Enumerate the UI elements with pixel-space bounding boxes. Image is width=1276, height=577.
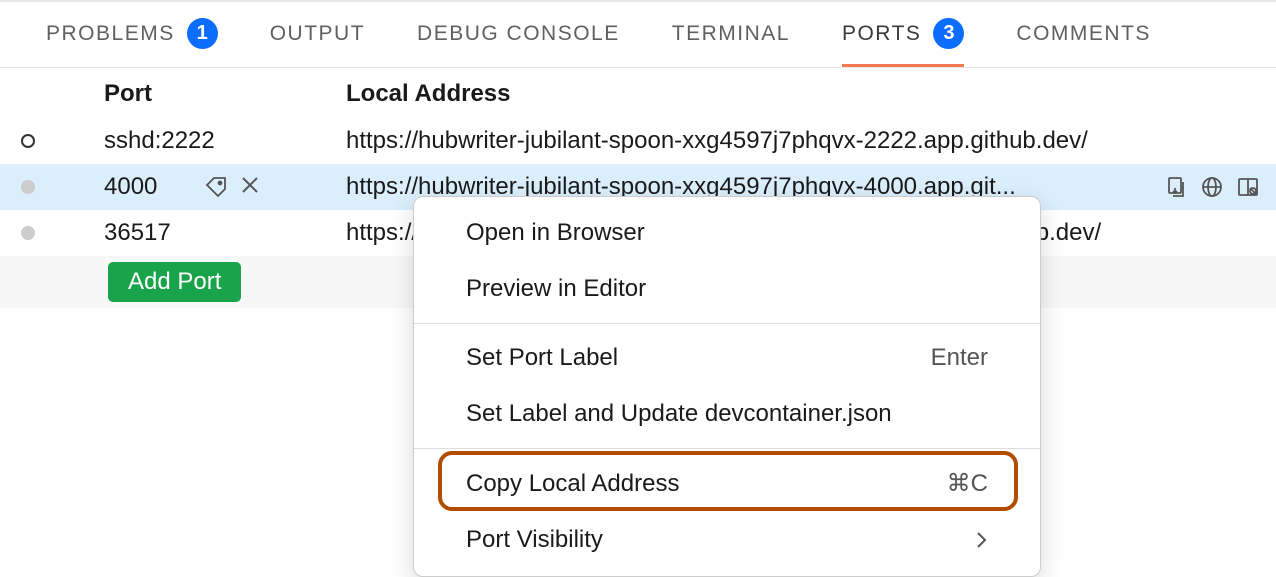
tab-label: PROBLEMS — [46, 22, 175, 46]
tab-label: OUTPUT — [270, 22, 365, 46]
circle-filled-icon — [21, 180, 35, 194]
circle-filled-icon — [21, 226, 35, 240]
globe-icon[interactable] — [1200, 175, 1224, 199]
circle-outline-icon — [21, 134, 35, 148]
tab-badge: 1 — [187, 18, 218, 49]
port-name: 36517 — [104, 219, 171, 247]
tab-label: DEBUG CONSOLE — [417, 22, 620, 46]
status-indicator — [0, 180, 56, 194]
port-name: sshd:2222 — [104, 127, 215, 155]
tab-badge: 3 — [933, 18, 964, 49]
panel-tabs: PROBLEMS 1 OUTPUT DEBUG CONSOLE TERMINAL… — [0, 0, 1276, 68]
menu-label: Open in Browser — [466, 219, 645, 247]
port-name: 4000 — [104, 173, 157, 201]
tab-debug-console[interactable]: DEBUG CONSOLE — [417, 16, 620, 52]
menu-open-in-browser[interactable]: Open in Browser — [414, 205, 1040, 261]
status-indicator — [0, 134, 56, 148]
menu-preview-in-editor[interactable]: Preview in Editor — [414, 261, 1040, 317]
close-icon[interactable] — [240, 175, 260, 199]
menu-label: Port Visibility — [466, 526, 603, 554]
menu-separator — [414, 323, 1040, 324]
menu-label: Set Port Label — [466, 344, 618, 372]
split-editor-icon[interactable] — [1236, 175, 1260, 199]
tab-problems[interactable]: PROBLEMS 1 — [46, 12, 218, 55]
menu-shortcut: ⌘C — [947, 469, 988, 498]
tab-output[interactable]: OUTPUT — [270, 16, 365, 52]
header-address: Local Address — [346, 80, 1276, 108]
copy-icon[interactable] — [1164, 175, 1188, 199]
menu-shortcut: Enter — [931, 344, 988, 372]
menu-copy-local-address[interactable]: Copy Local Address ⌘C — [414, 455, 1040, 512]
menu-set-port-label[interactable]: Set Port Label Enter — [414, 330, 1040, 386]
local-address: https://hubwriter-jubilant-spoon-xxg4597… — [346, 127, 1088, 154]
menu-label: Set Label and Update devcontainer.json — [466, 400, 892, 428]
menu-label: Preview in Editor — [466, 275, 646, 303]
tab-comments[interactable]: COMMENTS — [1016, 16, 1151, 52]
table-headers: Port Local Address — [0, 68, 1276, 118]
menu-set-label-update-devcontainer[interactable]: Set Label and Update devcontainer.json — [414, 386, 1040, 442]
tab-ports[interactable]: PORTS 3 — [842, 12, 964, 55]
menu-port-visibility[interactable]: Port Visibility — [414, 512, 1040, 568]
tab-terminal[interactable]: TERMINAL — [672, 16, 790, 52]
tab-label: COMMENTS — [1016, 22, 1151, 46]
tab-label: TERMINAL — [672, 22, 790, 46]
menu-separator — [414, 448, 1040, 449]
context-menu: Open in Browser Preview in Editor Set Po… — [413, 196, 1041, 577]
menu-label: Copy Local Address — [466, 470, 679, 498]
label-icon[interactable] — [204, 175, 228, 199]
table-row[interactable]: sshd:2222 https://hubwriter-jubilant-spo… — [0, 118, 1276, 164]
tab-label: PORTS — [842, 22, 921, 46]
header-port: Port — [104, 80, 346, 108]
chevron-right-icon — [974, 530, 988, 550]
add-port-button[interactable]: Add Port — [108, 262, 241, 302]
status-indicator — [0, 226, 56, 240]
